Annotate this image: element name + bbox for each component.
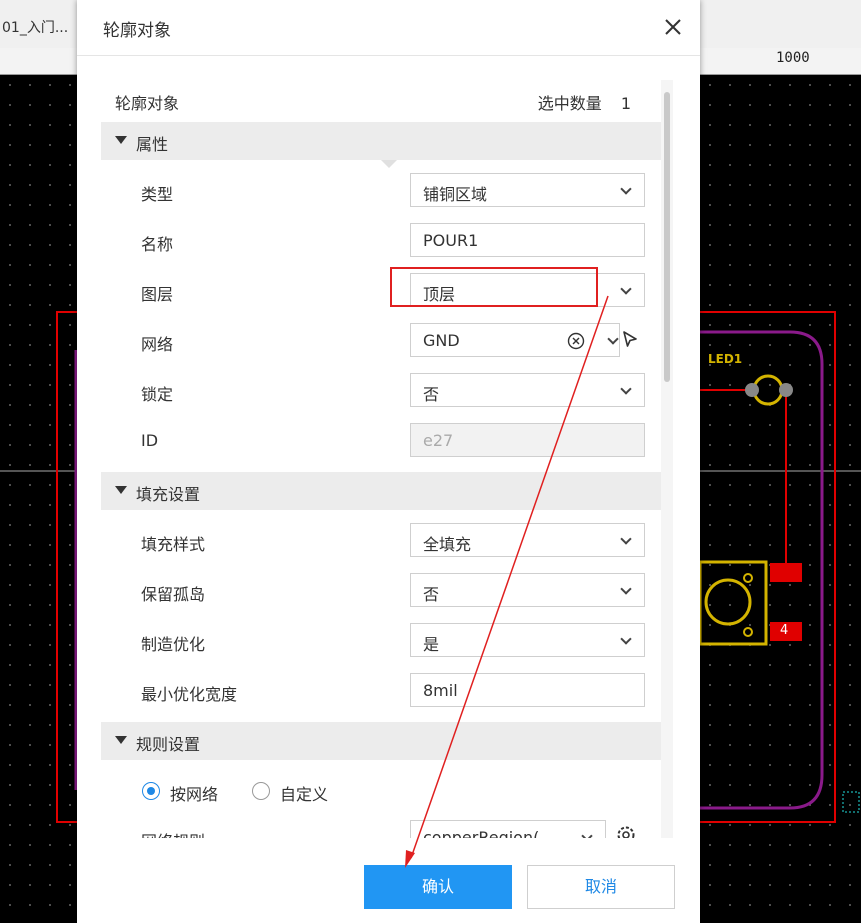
min-width-input[interactable]: 8mil [410, 673, 645, 707]
min-width-value: 8mil [423, 681, 458, 700]
chevron-down-icon [620, 583, 632, 595]
collapse-arrow-icon [115, 736, 127, 744]
min-width-label: 最小优化宽度 [141, 685, 238, 704]
section-properties[interactable]: 属性 [101, 122, 661, 160]
confirm-button[interactable]: 确认 [364, 865, 512, 909]
lock-value: 否 [423, 385, 440, 404]
selected-count-value: 1 [620, 94, 631, 113]
component-designator: LED1 [708, 352, 742, 366]
fill-style-label: 填充样式 [141, 535, 206, 554]
section-fill-settings[interactable]: 填充设置 [101, 472, 661, 510]
fill-style-select[interactable]: 全填充 [410, 523, 645, 557]
dialog-title: 轮廓对象 [103, 21, 171, 41]
section-label: 属性 [136, 135, 169, 154]
pad-number-label: 4 [780, 623, 789, 638]
keep-islands-value: 否 [423, 585, 440, 604]
clear-icon[interactable] [567, 332, 585, 350]
id-value: e27 [423, 431, 454, 450]
scrollbar-thumb[interactable] [664, 92, 670, 382]
lock-select[interactable]: 否 [410, 373, 645, 407]
gear-icon[interactable] [615, 824, 637, 838]
optimize-value: 是 [423, 635, 440, 654]
layer-label: 图层 [141, 285, 174, 304]
type-select[interactable]: 铺铜区域 [410, 173, 645, 207]
dialog-header: 轮廓对象 [77, 0, 700, 56]
chevron-down-icon [607, 333, 619, 345]
optimize-label: 制造优化 [141, 635, 206, 654]
net-label: 网络 [141, 335, 174, 354]
net-rule-row-clip: 网络规则 copperRegion( [101, 814, 661, 838]
type-label: 类型 [141, 185, 174, 204]
custom-label: 自定义 [280, 785, 329, 804]
net-select[interactable]: GND [410, 323, 620, 357]
annotation-highlight-box [390, 267, 598, 307]
dialog-footer: 确认 取消 [77, 838, 700, 923]
name-label: 名称 [141, 235, 174, 254]
cancel-button[interactable]: 取消 [527, 865, 675, 909]
type-value: 铺铜区域 [423, 185, 488, 204]
custom-radio[interactable] [252, 782, 270, 800]
selected-count-label: 选中数量 [537, 94, 602, 113]
name-value: POUR1 [423, 231, 479, 250]
net-rule-select[interactable]: copperRegion( [410, 820, 606, 838]
net-rule-value: copperRegion( [423, 828, 540, 838]
chevron-down-icon [581, 830, 593, 838]
id-input: e27 [410, 423, 645, 457]
lock-label: 锁定 [141, 385, 174, 404]
outline-object-dialog: 轮廓对象 轮廓对象 选中数量 1 属性 类型 铺铜区域 名称 POUR1 图层 [77, 0, 700, 923]
chevron-down-icon [620, 383, 632, 395]
section-label: 规则设置 [136, 735, 201, 754]
keep-islands-label: 保留孤岛 [141, 585, 206, 604]
keep-islands-select[interactable]: 否 [410, 573, 645, 607]
by-net-label: 按网络 [170, 785, 219, 804]
chevron-down-icon [620, 183, 632, 195]
led-pad [779, 383, 793, 397]
collapse-arrow-icon [115, 136, 127, 144]
by-net-radio[interactable] [142, 782, 160, 800]
net-rule-label: 网络规则 [141, 828, 205, 838]
section-rule-settings[interactable]: 规则设置 [101, 722, 661, 760]
switch-silk-circle [704, 578, 752, 626]
object-title: 轮廓对象 [115, 94, 180, 113]
chevron-down-icon [620, 533, 632, 545]
fill-style-value: 全填充 [423, 535, 472, 554]
tooltip-pointer [381, 160, 397, 168]
optimize-select[interactable]: 是 [410, 623, 645, 657]
pick-net-icon[interactable] [621, 330, 639, 350]
chevron-down-icon [620, 633, 632, 645]
selection-marker [842, 791, 860, 813]
section-label: 填充设置 [136, 485, 201, 504]
name-input[interactable]: POUR1 [410, 223, 645, 257]
smd-pad [770, 563, 802, 582]
dialog-scrollbar[interactable] [661, 80, 673, 838]
led-pad [745, 383, 759, 397]
chevron-down-icon [620, 283, 632, 295]
collapse-arrow-icon [115, 486, 127, 494]
switch-silk-dot [743, 627, 753, 637]
switch-silk [698, 560, 768, 646]
close-icon[interactable] [662, 16, 684, 38]
id-label: ID [141, 431, 159, 450]
switch-silk-dot [743, 573, 753, 583]
selected-count: 选中数量 1 [538, 90, 631, 114]
net-value: GND [423, 331, 460, 350]
